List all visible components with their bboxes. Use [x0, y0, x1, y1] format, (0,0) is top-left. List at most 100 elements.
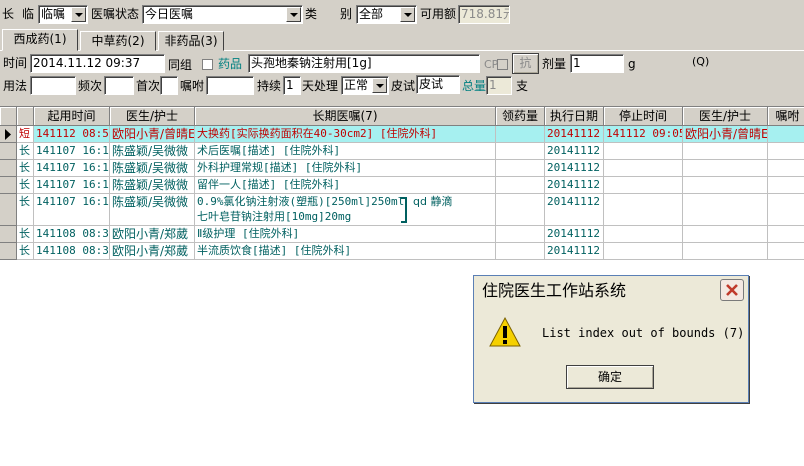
row-type: 长 [17, 194, 34, 226]
time-input[interactable]: 2014.11.12 09:37 [30, 54, 165, 73]
usage-input[interactable] [30, 76, 76, 95]
time-value: 2014.11.12 09:37 [33, 56, 141, 70]
doctor-nurse: 欧阳小青/郑葳 [110, 226, 195, 243]
first-input[interactable] [160, 76, 178, 95]
doctor-nurse: 陈盛颖/吴微微 [110, 160, 195, 177]
same-group-checkbox[interactable] [202, 59, 213, 70]
cp-checkbox[interactable] [497, 59, 508, 70]
row-indicator[interactable] [0, 143, 17, 160]
label-duration: 持续 [257, 79, 282, 93]
doctor-nurse-2 [683, 243, 768, 260]
chevron-down-icon[interactable] [400, 7, 415, 22]
start-time: 141107 16:17 [34, 143, 110, 160]
dose-value: 1 [573, 56, 581, 70]
chevron-down-icon[interactable] [286, 7, 301, 22]
instruction-input[interactable] [206, 76, 254, 95]
header-start-time[interactable]: 起用时间 [34, 107, 110, 126]
available-amount-field: 718.81元 [458, 5, 510, 24]
header-type [17, 107, 34, 126]
doctor-nurse: 欧阳小青/曾晴E [110, 126, 195, 143]
doctor-nurse-2 [683, 177, 768, 194]
category-select[interactable]: 全部 [356, 5, 417, 24]
exec-date: 20141112 [545, 194, 604, 226]
row-type: 长 [17, 243, 34, 260]
skin-test-input[interactable]: 皮试 [416, 75, 460, 94]
row-indicator[interactable] [0, 194, 17, 226]
duration-value: 1 [286, 78, 294, 92]
antibiotic-button[interactable]: 抗 [512, 53, 539, 74]
header-stop-time[interactable]: 停止时间 [604, 107, 683, 126]
chevron-down-icon[interactable] [372, 78, 387, 93]
label-zhu: 嘱咐 [180, 79, 205, 93]
doctor-nurse-2 [683, 160, 768, 177]
order-text: Ⅱ级护理 [住院外科] [195, 226, 496, 243]
category-value: 全部 [359, 7, 384, 21]
start-time: 141108 08:33 [34, 226, 110, 243]
label-drug: 药品 [218, 57, 243, 71]
tab-non-drug[interactable]: 非药品(3) [158, 31, 224, 51]
header-dispense-qty[interactable]: 领药量 [496, 107, 545, 126]
label-usage: 用法 [3, 79, 28, 93]
tab-herbal-medicine[interactable]: 中草药(2) [80, 31, 156, 51]
total-value: 1 [489, 78, 497, 92]
header-instruction[interactable]: 嘱咐 [768, 107, 804, 126]
row-indicator[interactable] [0, 243, 17, 260]
total-unit: 支 [516, 79, 529, 93]
frequency-input[interactable] [104, 76, 134, 95]
row-indicator[interactable] [0, 177, 17, 194]
close-icon[interactable] [720, 279, 744, 301]
tab-western-medicine[interactable]: 西成药(1) [2, 29, 78, 51]
duration-input[interactable]: 1 [283, 76, 301, 95]
grid-corner [0, 107, 17, 126]
stop-time [604, 143, 683, 160]
stop-time [604, 160, 683, 177]
current-row-indicator[interactable] [0, 126, 17, 143]
label-bie: 别 [340, 7, 353, 21]
stop-time: 141112 09:05 [604, 126, 683, 143]
ok-button[interactable]: 确定 [566, 365, 654, 389]
instruction [768, 226, 804, 243]
header-doctor-nurse[interactable]: 医生/护士 [110, 107, 195, 126]
row-type: 长 [17, 160, 34, 177]
dispense-qty [496, 243, 545, 260]
label-same-group: 同组 [168, 58, 193, 72]
exec-date: 20141112 [545, 160, 604, 177]
process-select[interactable]: 正常 [341, 76, 389, 95]
order-type-select[interactable]: 临嘱 [38, 5, 88, 24]
dispense-qty [496, 194, 545, 226]
chevron-down-icon[interactable] [71, 7, 86, 22]
doctor-nurse-2 [683, 226, 768, 243]
doctor-nurse-2 [683, 143, 768, 160]
label-total: 总量 [462, 79, 487, 93]
start-time: 141108 08:33 [34, 243, 110, 260]
available-amount-value: 718.81元 [461, 7, 510, 21]
order-text: 大换药[实际换药面积在40-30cm2] [住院外科] [195, 126, 496, 143]
header-long-term-orders[interactable]: 长期医嘱(7) [195, 107, 496, 126]
doctor-nurse: 陈盛颖/吴微微 [110, 194, 195, 226]
drug-input[interactable]: 头孢地秦钠注射用[1g] [248, 54, 480, 73]
row-indicator[interactable] [0, 160, 17, 177]
row-type: 长 [17, 143, 34, 160]
row-indicator[interactable] [0, 226, 17, 243]
row-type: 长 [17, 226, 34, 243]
instruction [768, 160, 804, 177]
header-exec-date[interactable]: 执行日期 [545, 107, 604, 126]
label-day-process: 天处理 [302, 79, 339, 93]
label-lin: 临 [22, 7, 35, 21]
process-value: 正常 [344, 78, 369, 92]
order-line-2: 七叶皂苷钠注射用[10mg]20mg [197, 210, 352, 223]
total-input: 1 [486, 76, 512, 95]
label-time: 时间 [3, 56, 28, 70]
doctor-nurse: 陈盛颖/吴微微 [110, 143, 195, 160]
dispense-qty [496, 177, 545, 194]
warning-icon [488, 316, 522, 350]
order-status-select[interactable]: 今日医嘱 [142, 5, 303, 24]
order-suffix: qd 静滴 [413, 195, 453, 208]
doctor-nurse-2 [683, 194, 768, 226]
instruction [768, 143, 804, 160]
dose-input[interactable]: 1 [570, 54, 624, 73]
dispense-qty [496, 126, 545, 143]
group-bracket [401, 197, 407, 223]
stop-time [604, 226, 683, 243]
header-doctor-nurse-2[interactable]: 医生/护士 [683, 107, 768, 126]
